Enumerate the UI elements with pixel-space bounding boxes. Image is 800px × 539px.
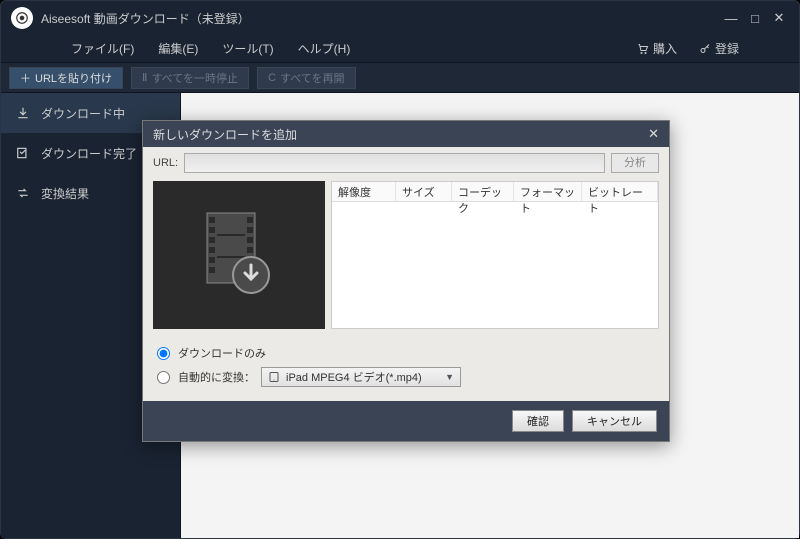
url-label: URL:	[153, 157, 178, 169]
menu-tools[interactable]: ツール(T)	[222, 40, 273, 57]
url-row: URL: 分析	[143, 147, 669, 179]
menubar: ファイル(F) 編集(E) ツール(T) ヘルプ(H) 購入 登録	[1, 35, 799, 63]
cancel-button[interactable]: キャンセル	[572, 410, 657, 432]
dialog-close-button[interactable]: ✕	[648, 126, 659, 142]
key-icon	[699, 43, 711, 55]
register-label: 登録	[715, 40, 739, 57]
sidebar-convert-label: 変換結果	[41, 185, 89, 202]
chevron-down-icon: ▼	[445, 372, 454, 382]
titlebar: Aiseesoft 動画ダウンロード（未登録） ― □ ✕	[1, 1, 799, 35]
format-selected-label: iPad MPEG4 ビデオ(*.mp4)	[286, 369, 422, 385]
dialog-title: 新しいダウンロードを追加	[153, 126, 648, 143]
video-preview	[153, 181, 325, 329]
buy-link[interactable]: 購入	[637, 40, 677, 57]
table-header: 解像度 サイズ コーデック フォーマット ビットレート	[332, 182, 658, 202]
maximize-button[interactable]: □	[745, 11, 765, 26]
col-size: サイズ	[396, 182, 452, 201]
option-auto-convert-row: 自動的に変換： iPad MPEG4 ビデオ(*.mp4) ▼	[157, 367, 655, 387]
menu-help[interactable]: ヘルプ(H)	[298, 40, 351, 57]
window-title: Aiseesoft 動画ダウンロード（未登録）	[41, 10, 717, 27]
col-codec: コーデック	[452, 182, 514, 201]
pause-all-label: すべてを一時停止	[151, 70, 238, 86]
menu-file[interactable]: ファイル(F)	[71, 40, 134, 57]
resume-all-label: すべてを再開	[280, 70, 345, 86]
col-format: フォーマット	[514, 182, 582, 201]
close-button[interactable]: ✕	[769, 10, 789, 26]
radio-download-only[interactable]	[157, 347, 170, 360]
radio-auto-convert[interactable]	[157, 371, 170, 384]
dialog-titlebar: 新しいダウンロードを追加 ✕	[143, 121, 669, 147]
option-download-only-row: ダウンロードのみ	[157, 345, 655, 361]
cart-icon	[637, 43, 649, 55]
check-list-icon	[15, 145, 31, 161]
analyze-button[interactable]: 分析	[611, 153, 659, 173]
app-logo-icon	[11, 7, 33, 29]
toolbar: ＋ URLを貼り付け Ⅱ すべてを一時停止 C すべてを再開	[1, 63, 799, 93]
url-input[interactable]	[184, 153, 605, 173]
ok-button[interactable]: 確認	[512, 410, 564, 432]
dialog-main: 解像度 サイズ コーデック フォーマット ビットレート	[143, 179, 669, 337]
sidebar-downloading-label: ダウンロード中	[41, 105, 125, 122]
minimize-button[interactable]: ―	[721, 11, 741, 26]
buy-label: 購入	[653, 40, 677, 57]
convert-icon	[15, 185, 31, 201]
resume-all-button[interactable]: C すべてを再開	[257, 67, 356, 89]
format-table: 解像度 サイズ コーデック フォーマット ビットレート	[331, 181, 659, 329]
plus-icon: ＋	[20, 70, 31, 86]
pause-all-button[interactable]: Ⅱ すべてを一時停止	[131, 67, 249, 89]
device-icon	[268, 371, 280, 383]
register-link[interactable]: 登録	[699, 40, 739, 57]
label-auto-convert: 自動的に変換：	[178, 369, 255, 385]
paste-url-label: URLを貼り付け	[35, 70, 112, 86]
film-download-icon	[189, 205, 289, 305]
paste-url-button[interactable]: ＋ URLを貼り付け	[9, 67, 123, 89]
label-download-only: ダウンロードのみ	[178, 345, 266, 361]
refresh-icon: C	[268, 72, 276, 84]
options-panel: ダウンロードのみ 自動的に変換： iPad MPEG4 ビデオ(*.mp4) ▼	[143, 337, 669, 401]
col-bitrate: ビットレート	[582, 182, 658, 201]
col-resolution: 解像度	[332, 182, 396, 201]
menu-edit[interactable]: 編集(E)	[158, 40, 198, 57]
dialog-footer: 確認 キャンセル	[143, 401, 669, 441]
sidebar-completed-label: ダウンロード完了	[41, 145, 137, 162]
add-download-dialog: 新しいダウンロードを追加 ✕ URL: 分析 解像度	[142, 120, 670, 442]
download-icon	[15, 105, 31, 121]
format-select[interactable]: iPad MPEG4 ビデオ(*.mp4) ▼	[261, 367, 461, 387]
pause-icon: Ⅱ	[142, 71, 147, 84]
